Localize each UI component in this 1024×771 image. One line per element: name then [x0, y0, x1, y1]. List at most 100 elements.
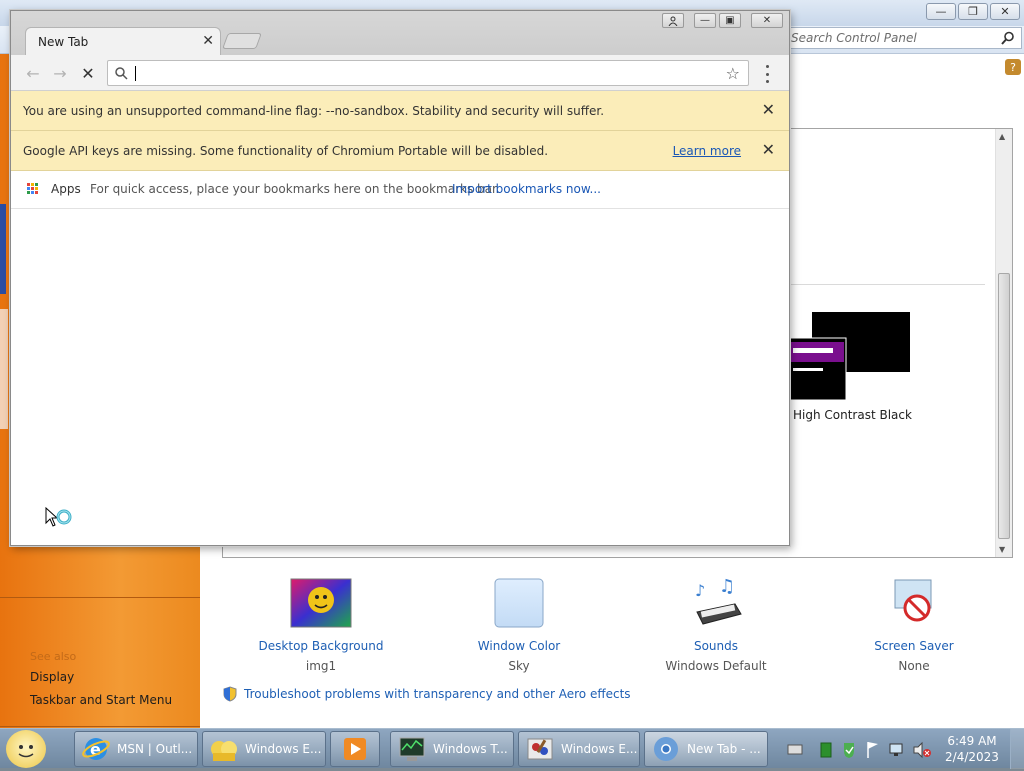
system-tray: [780, 731, 940, 767]
sidebar-accent: [0, 309, 8, 429]
item-title[interactable]: Screen Saver: [834, 639, 994, 653]
see-also-heading: See also: [30, 650, 77, 663]
theme-label[interactable]: High Contrast Black: [793, 408, 912, 422]
folder-icon: [211, 741, 237, 761]
taskbar-button-label: New Tab - ...: [687, 742, 761, 756]
scrollbar[interactable]: ▲ ▼: [995, 129, 1012, 557]
volume-muted-icon[interactable]: [913, 741, 931, 759]
import-bookmarks-link[interactable]: Import bookmarks now...: [452, 182, 601, 196]
taskbar-button-label: Windows E...: [245, 742, 322, 756]
high-contrast-theme-thumbnail[interactable]: [790, 312, 910, 400]
scrollbar-thumb[interactable]: [998, 273, 1010, 539]
sidebar-link-taskbar[interactable]: Taskbar and Start Menu: [30, 693, 172, 707]
infobar-api-keys: Google API keys are missing. Some functi…: [11, 131, 789, 171]
taskbar-button-msn[interactable]: e MSN | Outl...: [74, 731, 198, 767]
battery-icon[interactable]: [820, 742, 832, 758]
action-center-flag-icon[interactable]: [867, 742, 878, 758]
item-value: None: [898, 659, 930, 673]
scroll-down-arrow[interactable]: ▼: [999, 545, 1005, 554]
item-value: img1: [305, 659, 337, 673]
troubleshoot-text[interactable]: Troubleshoot problems with transparency …: [244, 687, 631, 701]
taskbar-button-label: Windows E...: [561, 742, 638, 756]
sounds-item[interactable]: ♪ ♫ Sounds Windows Default: [636, 576, 796, 673]
media-player-icon: [344, 738, 366, 760]
item-value: Windows Default: [665, 659, 767, 673]
start-button[interactable]: [6, 730, 46, 768]
search-input[interactable]: Search Control Panel: [786, 27, 1022, 49]
omnibox-input[interactable]: ☆: [107, 60, 749, 86]
desktop-background-item[interactable]: Desktop Background img1: [241, 578, 401, 673]
browser-titlebar: New Tab ✕ — ▣ ✕: [11, 11, 789, 55]
taskbar-button-label: MSN | Outl...: [117, 742, 193, 756]
apps-icon[interactable]: [27, 183, 39, 195]
minimize-button[interactable]: —: [694, 13, 716, 28]
profile-icon[interactable]: [662, 13, 684, 28]
stop-loading-button[interactable]: ✕: [77, 63, 99, 83]
taskbar-button-windows-explorer[interactable]: Windows E...: [202, 731, 326, 767]
clock[interactable]: 6:49 AM 2/4/2023: [944, 733, 1000, 765]
sidebar-link-display[interactable]: Display: [30, 670, 74, 684]
maximize-button[interactable]: ▣: [719, 13, 741, 28]
show-desktop-button[interactable]: [1010, 729, 1024, 769]
item-title[interactable]: Sounds: [636, 639, 796, 653]
start-orb-icon: [18, 745, 34, 758]
minimize-button[interactable]: —: [926, 3, 956, 20]
search-icon[interactable]: [1000, 30, 1016, 46]
apps-shortcut[interactable]: Apps: [51, 182, 81, 196]
back-button[interactable]: ←: [22, 63, 44, 83]
infobar-message: You are using an unsupported command-lin…: [23, 104, 605, 118]
help-icon[interactable]: ?: [1005, 59, 1021, 75]
chromium-icon: [654, 737, 678, 761]
search-icon: [115, 67, 128, 80]
taskbar-button-media-player[interactable]: [330, 731, 380, 767]
forward-button[interactable]: →: [49, 63, 71, 83]
infobar-sandbox-warning: You are using an unsupported command-lin…: [11, 91, 789, 131]
troubleshoot-link[interactable]: Troubleshoot problems with transparency …: [222, 686, 631, 702]
divider: [0, 597, 200, 598]
search-placeholder: Search Control Panel: [791, 31, 917, 45]
taskbar-button-label: Windows T...: [433, 742, 508, 756]
bookmarks-hint: For quick access, place your bookmarks h…: [90, 182, 500, 196]
bookmark-star-icon[interactable]: ☆: [726, 64, 740, 83]
paint-icon: [527, 738, 553, 760]
window-color-item[interactable]: Window Color Sky: [439, 578, 599, 673]
taskbar: e MSN | Outl... Windows E... Windows T..…: [0, 728, 1024, 769]
divider: [790, 284, 985, 285]
close-tab-icon[interactable]: ✕: [202, 33, 214, 49]
keyboard-icon[interactable]: [787, 744, 803, 755]
taskbar-button-task-manager[interactable]: Windows T...: [390, 731, 514, 767]
divider: [0, 726, 200, 727]
network-icon[interactable]: [889, 743, 903, 756]
window-color-icon: [494, 578, 544, 628]
screen-saver-item[interactable]: Screen Saver None: [834, 578, 994, 673]
tab-new-tab[interactable]: New Tab ✕: [25, 27, 221, 55]
close-button[interactable]: ✕: [990, 3, 1020, 20]
taskbar-button-new-tab[interactable]: New Tab - ...: [644, 731, 768, 767]
task-manager-icon: [399, 737, 425, 761]
close-button[interactable]: ✕: [751, 13, 783, 28]
busy-cursor-icon: [45, 507, 72, 527]
browser-toolbar: ← → ✕ ☆: [11, 55, 789, 91]
security-icon[interactable]: [844, 743, 854, 758]
bookmarks-bar: Apps For quick access, place your bookma…: [11, 171, 789, 209]
desktop-background-icon: [290, 578, 352, 628]
screen-saver-icon: [894, 579, 932, 622]
close-icon[interactable]: ✕: [762, 140, 775, 159]
scroll-up-arrow[interactable]: ▲: [999, 132, 1005, 141]
text-caret: [135, 66, 136, 81]
item-title[interactable]: Desktop Background: [241, 639, 401, 653]
clock-time: 6:49 AM: [947, 734, 997, 748]
taskbar-button-windows-explorer-2[interactable]: Windows E...: [518, 731, 640, 767]
svg-text:♫: ♫: [719, 578, 735, 597]
maximize-button[interactable]: ❐: [958, 3, 988, 20]
menu-icon[interactable]: [761, 65, 773, 83]
infobar-message: Google API keys are missing. Some functi…: [23, 144, 549, 158]
shield-icon: [223, 686, 237, 702]
learn-more-link[interactable]: Learn more: [673, 144, 741, 158]
svg-text:♪: ♪: [695, 581, 705, 600]
sidebar-accent: [0, 204, 6, 294]
item-title[interactable]: Window Color: [439, 639, 599, 653]
close-icon[interactable]: ✕: [762, 100, 775, 119]
new-tab-button[interactable]: [222, 33, 262, 49]
internet-explorer-icon: e: [82, 738, 110, 760]
